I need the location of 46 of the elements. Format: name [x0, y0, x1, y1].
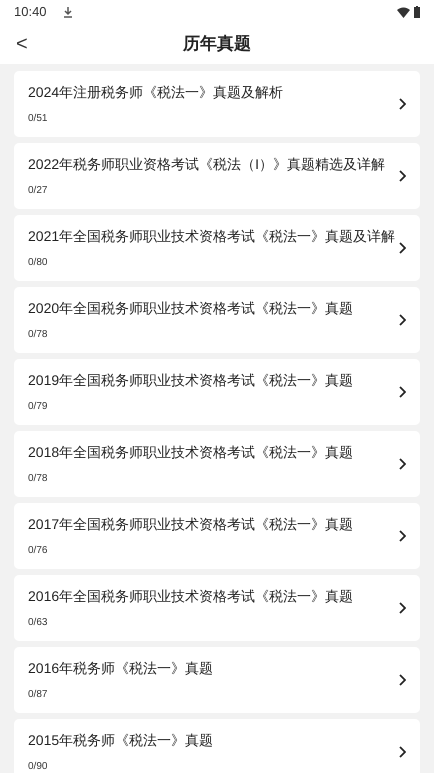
chevron-right-icon — [399, 314, 406, 326]
paper-card[interactable]: 2017年全国税务师职业技术资格考试《税法一》真题 0/76 — [14, 503, 420, 569]
back-button[interactable]: < — [10, 30, 34, 58]
paper-card[interactable]: 2016年全国税务师职业技术资格考试《税法一》真题 0/63 — [14, 575, 420, 641]
wifi-icon — [397, 6, 410, 18]
paper-card[interactable]: 2021年全国税务师职业技术资格考试《税法一》真题及详解 0/80 — [14, 215, 420, 281]
paper-title: 2024年注册税务师《税法一》真题及解析 — [28, 83, 284, 102]
chevron-right-icon — [399, 674, 406, 686]
chevron-right-icon — [399, 530, 406, 542]
paper-title: 2022年税务师职业资格考试《税法（I）》真题精选及详解 — [28, 155, 386, 174]
progress-count: 0/78 — [28, 472, 48, 486]
chevron-right-icon — [399, 746, 406, 758]
paper-card[interactable]: 2024年注册税务师《税法一》真题及解析 0/51 — [14, 71, 420, 137]
paper-title: 2019年全国税务师职业技术资格考试《税法一》真题 — [28, 371, 354, 390]
battery-icon — [414, 6, 420, 18]
paper-card[interactable]: 2016年税务师《税法一》真题 0/87 — [14, 647, 420, 713]
progress-count: 0/63 — [28, 616, 48, 630]
paper-title: 2016年全国税务师职业技术资格考试《税法一》真题 — [28, 587, 354, 606]
paper-title: 2016年税务师《税法一》真题 — [28, 659, 214, 678]
progress-count: 0/87 — [28, 688, 48, 702]
chevron-right-icon — [399, 602, 406, 614]
chevron-right-icon — [399, 386, 406, 398]
paper-card[interactable]: 2019年全国税务师职业技术资格考试《税法一》真题 0/79 — [14, 359, 420, 425]
chevron-right-icon — [399, 98, 406, 110]
progress-count: 0/80 — [28, 256, 48, 270]
paper-card[interactable]: 2022年税务师职业资格考试《税法（I）》真题精选及详解 0/27 — [14, 143, 420, 209]
progress-count: 0/27 — [28, 184, 48, 198]
paper-card[interactable]: 2015年税务师《税法一》真题 0/90 — [14, 719, 420, 773]
chevron-right-icon — [399, 242, 406, 254]
chevron-right-icon — [399, 170, 406, 182]
download-icon — [62, 6, 73, 18]
paper-title: 2021年全国税务师职业技术资格考试《税法一》真题及详解 — [28, 227, 396, 246]
paper-title: 2015年税务师《税法一》真题 — [28, 731, 214, 750]
progress-count: 0/79 — [28, 400, 48, 414]
progress-count: 0/90 — [28, 760, 48, 773]
status-time: 10:40 — [14, 3, 47, 22]
paper-title: 2018年全国税务师职业技术资格考试《税法一》真题 — [28, 443, 354, 462]
progress-count: 0/51 — [28, 112, 48, 126]
progress-count: 0/78 — [28, 328, 48, 342]
paper-title: 2020年全国税务师职业技术资格考试《税法一》真题 — [28, 299, 354, 318]
paper-title: 2017年全国税务师职业技术资格考试《税法一》真题 — [28, 515, 354, 534]
progress-count: 0/76 — [28, 544, 48, 558]
paper-card[interactable]: 2018年全国税务师职业技术资格考试《税法一》真题 0/78 — [14, 431, 420, 497]
paper-card[interactable]: 2020年全国税务师职业技术资格考试《税法一》真题 0/78 — [14, 287, 420, 353]
chevron-right-icon — [399, 458, 406, 470]
page-title: 历年真题 — [183, 33, 251, 56]
